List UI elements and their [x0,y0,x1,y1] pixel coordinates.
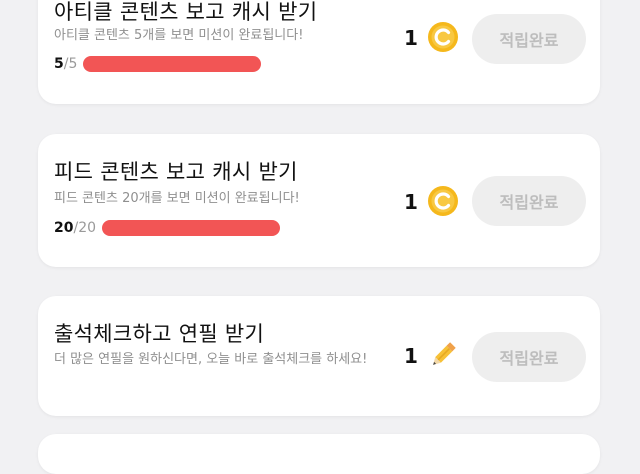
progress-current: 20 [54,220,74,236]
progress-current: 5 [54,56,64,72]
progress-bar [83,56,262,72]
progress-total: /5 [63,56,78,72]
claim-complete-button[interactable]: 적립완료 [472,332,586,382]
mission-progress: 20/20 [54,220,281,236]
mission-card-feed: 피드 콘텐츠 보고 캐시 받기 피드 콘텐츠 20개를 보면 미션이 완료됩니다… [38,134,600,267]
mission-title: 출석체크하고 연필 받기 [54,322,265,346]
mission-description: 아티클 콘텐츠 5개를 보면 미션이 완료됩니다! [54,28,304,43]
mission-description: 더 많은 연필을 원하신다면, 오늘 바로 출석체크를 하세요! [54,352,368,367]
mission-card-article: 아티클 콘텐츠 보고 캐시 받기 아티클 콘텐츠 5개를 보면 미션이 완료됩니… [38,0,600,104]
mission-card-next [38,434,600,474]
coin-icon [428,186,458,216]
mission-title: 아티클 콘텐츠 보고 캐시 받기 [54,0,318,24]
progress-total: /20 [73,220,97,236]
reward-count: 1 [404,190,418,214]
mission-title: 피드 콘텐츠 보고 캐시 받기 [54,160,298,184]
mission-progress: 5/5 [54,56,262,72]
coin-icon [428,22,458,52]
progress-bar [102,220,281,236]
reward-count: 1 [404,26,418,50]
reward-count: 1 [404,344,418,368]
mission-card-attendance: 출석체크하고 연필 받기 더 많은 연필을 원하신다면, 오늘 바로 출석체크를… [38,296,600,416]
claim-complete-button[interactable]: 적립완료 [472,176,586,226]
claim-complete-button[interactable]: 적립완료 [472,14,586,64]
pencil-icon [433,342,456,365]
mission-description: 피드 콘텐츠 20개를 보면 미션이 완료됩니다! [54,191,300,206]
